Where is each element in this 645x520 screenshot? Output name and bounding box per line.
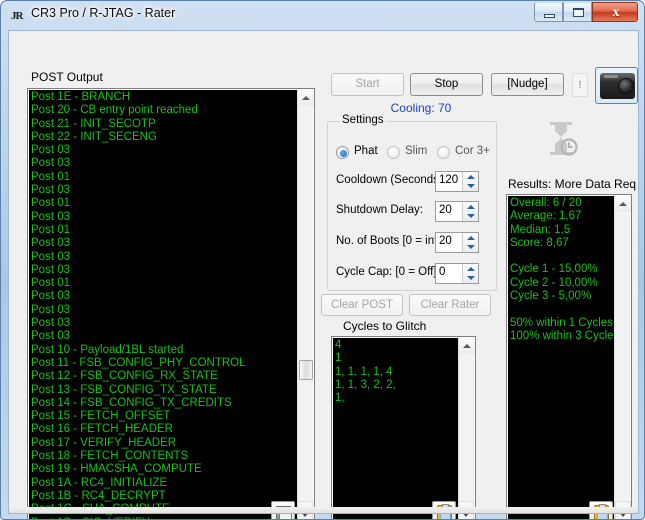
post-output-panel: Post 1E - BRANCH Post 20 - CB entry poin… [27, 88, 315, 519]
radio-label-phat: Phat [354, 145, 378, 157]
close-icon: x [612, 5, 620, 20]
results-label: Results: More Data Req [508, 177, 637, 191]
results-panel: Overall: 6 / 20 Average: 1,67 Median: 1,… [506, 194, 632, 519]
shutdown-delay-stepper[interactable]: 20 [435, 201, 479, 222]
radio-label-slim: Slim [405, 145, 428, 157]
post-scroll-up-button[interactable] [298, 90, 314, 106]
maximize-icon [573, 8, 584, 17]
shutdown-delay-stepper-buttons[interactable] [462, 202, 478, 221]
num-boots-stepper[interactable]: 20 [435, 232, 479, 253]
nudge-button[interactable]: [Nudge] [491, 73, 564, 96]
cycles-to-glitch-label: Cycles to Glitch [343, 319, 427, 333]
radio-indicator-slim [387, 146, 400, 159]
cooldown-value: 120 [439, 174, 459, 186]
window-title: CR3 Pro / R-JTAG - Rater [31, 6, 176, 20]
radio-label-cor3plus: Cor 3+ [455, 145, 490, 157]
client-area: POST Output Post 1E - BRANCH Post 20 - C… [8, 30, 639, 519]
num-boots-stepper-buttons[interactable] [462, 233, 478, 252]
clear-post-button[interactable]: Clear POST [321, 294, 403, 316]
cooldown-stepper[interactable]: 120 [435, 171, 479, 192]
post-scroll-thumb[interactable] [299, 360, 313, 380]
chevron-up-icon [619, 202, 627, 206]
cycles-to-glitch-text[interactable]: 4 1 1, 1, 1, 1, 4 1, 1, 3, 2, 2, 1, [333, 338, 460, 519]
app-logo-icon: JR [11, 10, 23, 22]
post-output-scrollbar[interactable] [297, 90, 314, 519]
stepper-up-icon[interactable] [467, 175, 475, 179]
stepper-down-icon[interactable] [467, 214, 475, 218]
cycles-scroll-up-button[interactable] [459, 338, 475, 354]
results-text[interactable]: Overall: 6 / 20 Average: 1,67 Median: 1,… [508, 196, 616, 519]
shutdown-delay-value: 20 [439, 204, 452, 216]
cycles-scrollbar[interactable] [458, 338, 475, 519]
stepper-down-icon[interactable] [467, 184, 475, 188]
info-button[interactable]: ! [572, 73, 588, 97]
radio-indicator-phat [336, 146, 349, 159]
hourglass-timer-icon [538, 116, 582, 160]
stepper-down-icon[interactable] [467, 245, 475, 249]
cooling-status: Cooling: 70 [390, 101, 452, 115]
stepper-down-icon[interactable] [467, 276, 475, 280]
close-button[interactable]: x [592, 2, 638, 22]
chevron-up-icon [302, 96, 310, 100]
stepper-up-icon[interactable] [467, 267, 475, 271]
cycle-cap-label: Cycle Cap: [0 = Off] [336, 266, 437, 278]
title-bar[interactable]: JR CR3 Pro / R-JTAG - Rater x [1, 1, 644, 30]
cycles-to-glitch-panel: 4 1 1, 1, 1, 1, 4 1, 1, 3, 2, 2, 1, [331, 336, 476, 519]
settings-group-label: Settings [339, 114, 387, 126]
chevron-up-icon [463, 344, 471, 348]
maximize-button[interactable] [563, 2, 592, 22]
results-scroll-up-button[interactable] [615, 196, 631, 212]
camera-icon [600, 73, 635, 99]
minimize-icon [544, 14, 555, 18]
post-output-text[interactable]: Post 1E - BRANCH Post 20 - CB entry poin… [29, 90, 299, 519]
num-boots-label: No. of Boots [0 = inf] [336, 235, 441, 247]
shutdown-delay-label: Shutdown Delay: [336, 204, 423, 216]
cooldown-label: Cooldown (Seconds) [336, 174, 443, 186]
stepper-up-icon[interactable] [467, 236, 475, 240]
num-boots-value: 20 [439, 235, 452, 247]
cooldown-stepper-buttons[interactable] [462, 172, 478, 191]
cycle-cap-stepper-buttons[interactable] [462, 264, 478, 283]
minimize-button[interactable] [534, 2, 563, 22]
radio-indicator-cor3plus [437, 146, 450, 159]
camera-lens-icon [618, 78, 634, 94]
start-button[interactable]: Start [331, 73, 404, 96]
cycle-cap-stepper[interactable]: 0 [435, 263, 479, 284]
cycle-cap-value: 0 [439, 266, 446, 278]
application-window: JR CR3 Pro / R-JTAG - Rater x POST Outpu… [0, 0, 645, 520]
clear-rater-button[interactable]: Clear Rater [409, 294, 491, 316]
status-strip [8, 507, 639, 514]
camera-flash-icon [604, 75, 618, 78]
screenshot-button[interactable] [595, 67, 638, 104]
post-output-label: POST Output [31, 70, 103, 84]
stop-button[interactable]: Stop [410, 73, 483, 96]
stepper-up-icon[interactable] [467, 205, 475, 209]
results-scrollbar[interactable] [614, 196, 631, 519]
